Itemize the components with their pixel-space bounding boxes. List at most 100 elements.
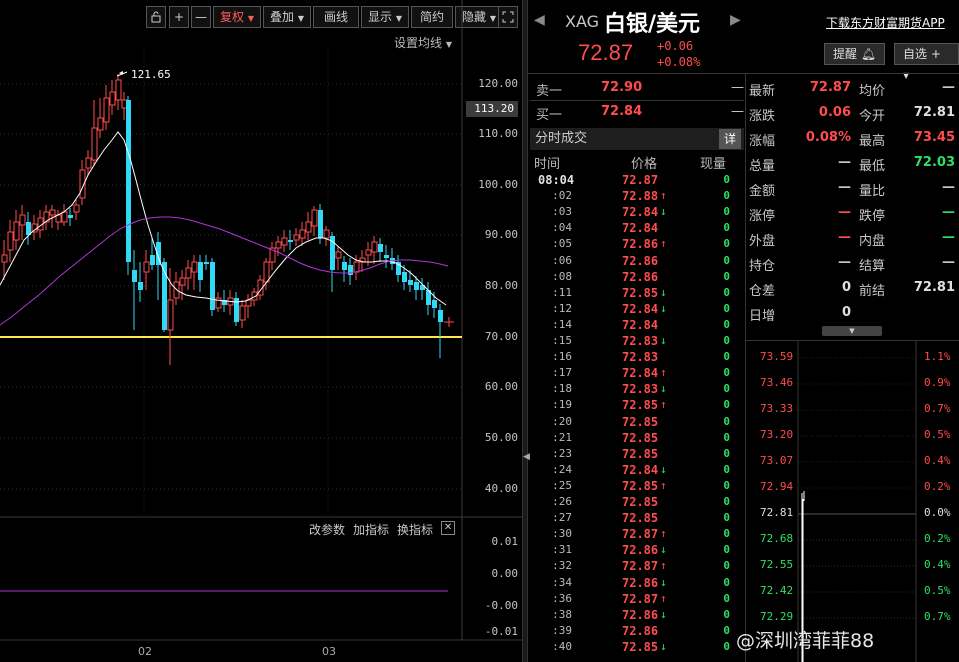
trade-price: 72.85 xyxy=(622,478,659,493)
trade-price: 72.84 xyxy=(622,462,659,477)
quote-label: 仓差 xyxy=(749,284,776,299)
symbol-name: 白银/美元 xyxy=(604,12,701,37)
arrow-down-icon: ↓ xyxy=(660,334,667,347)
candle-body xyxy=(378,244,383,252)
trade-row: :34 72.86 ↓ 0 xyxy=(530,575,744,591)
remind-button[interactable]: 提醒 🔔︎ xyxy=(824,43,886,65)
candle-body xyxy=(281,237,288,246)
quote-label: 内盘 xyxy=(859,234,886,249)
candle-body xyxy=(371,241,378,253)
x-axis-label: 03 xyxy=(322,645,336,658)
trade-row: :32 72.87 ↑ 0 xyxy=(530,558,744,574)
trade-row: :06 72.86 0 xyxy=(530,253,744,269)
trade-volume: 0 xyxy=(723,639,730,653)
trade-time: :03 xyxy=(552,205,572,219)
col-header-price: 价格 xyxy=(631,157,658,172)
quote-label: 涨停 xyxy=(749,209,776,224)
candle-body xyxy=(384,255,389,258)
candle-body xyxy=(318,210,323,238)
next-symbol-icon[interactable]: ▶ xyxy=(730,12,741,28)
candle-body xyxy=(311,209,318,227)
switch-indicator-button[interactable]: 换指标 xyxy=(397,521,433,538)
trade-row: :15 72.83 ↓ 0 xyxy=(530,333,744,349)
trade-time: :40 xyxy=(552,639,572,653)
bell-icon: 🔔︎ xyxy=(860,47,877,61)
arrow-down-icon: ↓ xyxy=(660,205,667,219)
trade-row: :14 72.84 0 xyxy=(530,317,744,333)
candle-body xyxy=(143,261,150,273)
x-axis-label: 02 xyxy=(138,645,152,658)
candle-body xyxy=(61,211,68,223)
trade-price: 72.84 xyxy=(622,221,659,236)
trade-time: :21 xyxy=(552,430,572,444)
quote-label: 总量 xyxy=(749,159,776,174)
bid-volume: — xyxy=(731,104,744,119)
candle-body xyxy=(7,231,14,251)
mini-price-label: 72.29 xyxy=(760,610,794,623)
candle-body xyxy=(210,262,215,310)
candle-body xyxy=(239,305,246,321)
arrow-up-icon: ↑ xyxy=(660,398,667,412)
trade-row: :16 72.83 0 xyxy=(530,349,744,365)
quote-label: 今开 xyxy=(859,109,886,124)
candle-body xyxy=(198,262,203,280)
trade-history-title: 分时成交 xyxy=(530,128,744,150)
prev-symbol-icon[interactable]: ◀ xyxy=(534,12,545,28)
watchlist-button[interactable]: 自选 + ▼ xyxy=(894,43,959,80)
watermark: @深圳湾菲菲88 xyxy=(736,630,875,652)
close-icon[interactable]: ✕ xyxy=(441,521,456,535)
candle-body xyxy=(323,229,330,239)
quote-value: 0.06 xyxy=(818,105,851,120)
ask-volume: — xyxy=(731,80,744,95)
add-indicator-button[interactable]: 加指标 xyxy=(353,521,389,538)
quote-value: 72.81 xyxy=(913,280,955,295)
candle-body xyxy=(293,234,300,241)
expand-handle[interactable]: ▼ xyxy=(822,326,882,336)
trade-time: :17 xyxy=(552,366,572,380)
peak-label: 121.65 xyxy=(131,68,171,81)
quote-value: — xyxy=(942,205,955,220)
trade-time: 08:04 xyxy=(538,173,575,187)
trade-time: :08 xyxy=(552,269,572,283)
candle-body xyxy=(215,297,222,309)
quote-row: 总量 — 最低 72.03 xyxy=(749,151,959,176)
trade-time: :14 xyxy=(552,317,572,331)
trade-price: 72.84 xyxy=(622,366,659,381)
ask-row: 卖一 72.90 — xyxy=(531,78,744,100)
edit-params-button[interactable]: 改参数 xyxy=(309,521,345,538)
arrow-up-icon: ↑ xyxy=(660,591,667,605)
download-app-link[interactable]: 下载东方财富期货APP xyxy=(826,14,945,31)
collapse-arrow-icon[interactable]: ◀ xyxy=(523,452,530,462)
trade-price: 72.86 xyxy=(622,543,659,558)
mini-pct-label: 0.5% xyxy=(924,584,951,597)
candle-body xyxy=(179,277,186,286)
mini-price-label: 73.07 xyxy=(760,454,794,467)
trade-row: :17 72.84 ↑ 0 xyxy=(530,365,744,381)
trade-row: :39 72.86 0 xyxy=(530,623,744,639)
quote-value: — xyxy=(942,255,955,270)
trade-row: :31 72.86 ↓ 0 xyxy=(530,542,744,558)
candle-body xyxy=(126,100,131,262)
candle-body xyxy=(68,215,73,218)
detail-button[interactable]: 详 xyxy=(719,129,741,149)
candle-body xyxy=(432,300,437,308)
trade-price: 72.85 xyxy=(622,639,659,654)
ask-price: 72.90 xyxy=(601,80,643,95)
quote-row: 仓差 0 前结 72.81 xyxy=(749,276,959,301)
trade-row: 08:04 72.87 0 xyxy=(530,172,744,188)
plus-icon: + xyxy=(930,47,941,61)
arrow-up-icon: ↑ xyxy=(660,527,667,541)
trade-volume: 0 xyxy=(723,430,730,444)
panel-divider[interactable]: ◀ xyxy=(522,0,530,662)
mini-pct-label: 1.1% xyxy=(924,350,951,363)
trade-volume: 0 xyxy=(723,623,730,637)
trade-volume: 0 xyxy=(723,382,730,396)
candle-body xyxy=(299,229,306,239)
trade-row: :03 72.84 ↓ 0 xyxy=(530,204,744,220)
trade-row: :40 72.85 ↓ 0 xyxy=(530,639,744,655)
candle-body xyxy=(414,282,419,290)
price-change-pct: +0.08% xyxy=(657,55,701,69)
trade-price: 72.87 xyxy=(622,559,659,574)
trade-row: :20 72.85 0 xyxy=(530,414,744,430)
current-price-tag: 113.20 xyxy=(466,101,518,117)
